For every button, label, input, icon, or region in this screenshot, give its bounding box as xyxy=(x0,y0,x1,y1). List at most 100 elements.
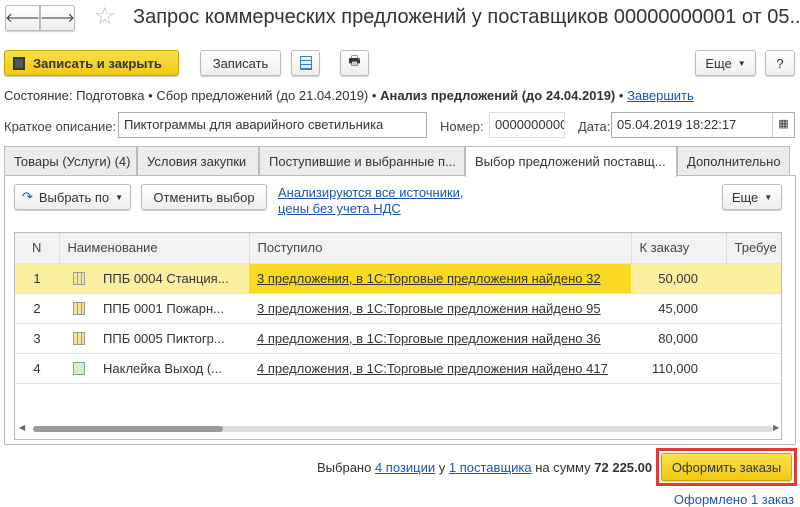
make-orders-button[interactable]: Оформить заказы xyxy=(661,453,792,481)
summary-selected: Выбрано xyxy=(317,460,372,475)
tab-goods[interactable]: Товары (Услуги) (4) xyxy=(4,146,137,176)
horizontal-scrollbar[interactable] xyxy=(33,426,773,432)
summary-sum: 72 225.00 xyxy=(594,460,653,475)
status-line: Состояние: Подготовка • Сбор предложений… xyxy=(4,88,694,103)
select-by-label: Выбрать по xyxy=(38,189,110,205)
cell-name[interactable]: Наклейка Выход (... xyxy=(59,353,249,384)
printer-icon: 🖶 xyxy=(348,53,361,68)
scroll-right-icon[interactable]: ▶ xyxy=(773,423,779,432)
cell-name[interactable]: ППБ 0005 Пиктогр... xyxy=(59,323,249,354)
table-row[interactable]: 2 ППБ 0001 Пожарн... 3 предложения, в 1С… xyxy=(15,293,781,324)
grid-icon xyxy=(73,331,85,345)
sources-info-line1[interactable]: Анализируются все источники, xyxy=(278,185,464,201)
tab-received-offers[interactable]: Поступившие и выбранные п... xyxy=(259,146,465,176)
date-label: Дата: xyxy=(578,119,611,134)
scrollbar-thumb[interactable] xyxy=(33,426,223,432)
date-value: 05.04.2019 18:22:17 xyxy=(617,117,737,132)
arrow-right-icon: 🡒 xyxy=(40,10,75,25)
star-icon[interactable]: ☆ xyxy=(94,2,116,31)
cell-received[interactable]: 4 предложения, в 1С:Торговые предложения… xyxy=(249,323,631,354)
print-button[interactable]: 🖶 xyxy=(340,50,369,76)
structure-button[interactable] xyxy=(291,50,320,76)
status-separator: • xyxy=(618,88,624,103)
status-step-preparation: Подготовка xyxy=(76,88,145,103)
cell-received[interactable]: 3 предложения, в 1С:Торговые предложения… xyxy=(249,263,631,294)
number-label: Номер: xyxy=(440,119,484,134)
chevron-down-icon: ▼ xyxy=(764,192,773,202)
item-name: ППБ 0005 Пиктогр... xyxy=(103,330,225,346)
forward-button[interactable]: 🡒 xyxy=(40,5,75,31)
sources-info-link[interactable]: Анализируются все источники, цены без уч… xyxy=(278,185,464,217)
status-separator: • xyxy=(148,88,153,103)
table-header: N Наименование Поступило К заказу Требуе xyxy=(15,233,781,264)
received-offers-link[interactable]: 4 предложения, в 1С:Торговые предложения… xyxy=(257,361,608,376)
description-input[interactable]: Пиктограммы для аварийного светильника xyxy=(118,112,427,138)
positions-link[interactable]: 4 позиции xyxy=(375,460,435,475)
arrow-left-icon: 🡐 xyxy=(5,10,40,25)
received-offers-link[interactable]: 3 предложения, в 1С:Торговые предложения… xyxy=(257,301,601,316)
cell-n: 2 xyxy=(15,293,59,324)
received-offers-link[interactable]: 3 предложения, в 1С:Торговые предложения… xyxy=(257,271,601,286)
tab-purchase-terms[interactable]: Условия закупки xyxy=(137,146,259,176)
calendar-icon[interactable]: ▦ xyxy=(772,113,794,137)
tab-additional[interactable]: Дополнительно xyxy=(677,146,790,176)
date-input[interactable]: 05.04.2019 18:22:17 xyxy=(611,112,795,138)
sticker-icon xyxy=(73,361,85,375)
item-name: Наклейка Выход (... xyxy=(103,360,223,376)
item-name: ППБ 0004 Станция... xyxy=(103,270,229,286)
hierarchy-icon xyxy=(299,56,312,70)
cell-required xyxy=(726,323,781,354)
summary-at: у xyxy=(438,460,446,475)
table-row[interactable]: 3 ППБ 0005 Пиктогр... 4 предложения, в 1… xyxy=(15,323,781,354)
col-n[interactable]: N xyxy=(15,233,60,264)
cell-name[interactable]: ППБ 0004 Станция... xyxy=(59,263,249,294)
more-button[interactable]: Еще ▼ xyxy=(695,50,756,76)
number-input[interactable]: 0000000000 xyxy=(489,112,565,138)
cell-required xyxy=(726,263,781,294)
more-label: Еще xyxy=(731,189,759,205)
save-button[interactable]: Записать xyxy=(200,50,281,76)
status-step-collection: Сбор предложений (до 21.04.2019) xyxy=(156,88,369,103)
cell-name[interactable]: ППБ 0001 Пожарн... xyxy=(59,293,249,324)
status-step-analysis: Анализ предложений (до 24.04.2019) xyxy=(380,88,616,103)
select-by-button[interactable]: ↷ Выбрать по ▼ xyxy=(14,184,131,210)
help-button[interactable]: ? xyxy=(765,50,795,76)
offers-table: N Наименование Поступило К заказу Требуе… xyxy=(14,232,782,440)
col-required[interactable]: Требуе xyxy=(726,233,781,264)
table-row[interactable]: 1 ППБ 0004 Станция... 3 предложения, в 1… xyxy=(15,263,781,294)
grid-icon xyxy=(73,271,85,285)
finish-link[interactable]: Завершить xyxy=(627,88,694,103)
item-name: ППБ 0001 Пожарн... xyxy=(103,300,224,316)
cell-received[interactable]: 4 предложения, в 1С:Торговые предложения… xyxy=(249,353,631,384)
col-received[interactable]: Поступило xyxy=(249,233,632,264)
panel-more-button[interactable]: Еще ▼ xyxy=(722,184,782,210)
summary-for-sum: на сумму xyxy=(535,460,591,475)
redo-arrow-icon: ↷ xyxy=(21,189,33,204)
cell-received[interactable]: 3 предложения, в 1С:Торговые предложения… xyxy=(249,293,631,324)
cell-qty: 80,000 xyxy=(631,323,726,354)
received-offers-link[interactable]: 4 предложения, в 1С:Торговые предложения… xyxy=(257,331,601,346)
col-to-order[interactable]: К заказу xyxy=(631,233,727,264)
orders-made-link[interactable]: Оформлено 1 заказ xyxy=(674,492,794,507)
save-and-close-button[interactable]: Записать и закрыть xyxy=(4,50,179,76)
more-label: Еще xyxy=(705,55,732,71)
selection-summary: Выбрано 4 позиции у 1 поставщика на сумм… xyxy=(317,460,652,475)
suppliers-link[interactable]: 1 поставщика xyxy=(449,460,532,475)
cell-required xyxy=(726,353,781,384)
back-button[interactable]: 🡐 xyxy=(5,5,40,31)
tab-offer-selection[interactable]: Выбор предложений поставщ... xyxy=(465,146,677,177)
col-name[interactable]: Наименование xyxy=(59,233,250,264)
table-row[interactable]: 4 Наклейка Выход (... 4 предложения, в 1… xyxy=(15,353,781,384)
chevron-down-icon: ▼ xyxy=(115,192,124,202)
scroll-left-icon[interactable]: ◀ xyxy=(19,423,25,432)
sources-info-line2[interactable]: цены без учета НДС xyxy=(278,201,464,217)
status-label: Состояние: xyxy=(4,88,73,103)
description-label: Краткое описание: xyxy=(4,119,117,134)
window-title: Запрос коммерческих предложений у постав… xyxy=(133,6,800,28)
cell-n: 3 xyxy=(15,323,59,354)
save-and-close-label: Записать и закрыть xyxy=(33,55,162,71)
cell-qty: 50,000 xyxy=(631,263,726,294)
cancel-selection-button[interactable]: Отменить выбор xyxy=(141,184,267,210)
cell-qty: 45,000 xyxy=(631,293,726,324)
floppy-icon xyxy=(13,56,25,70)
